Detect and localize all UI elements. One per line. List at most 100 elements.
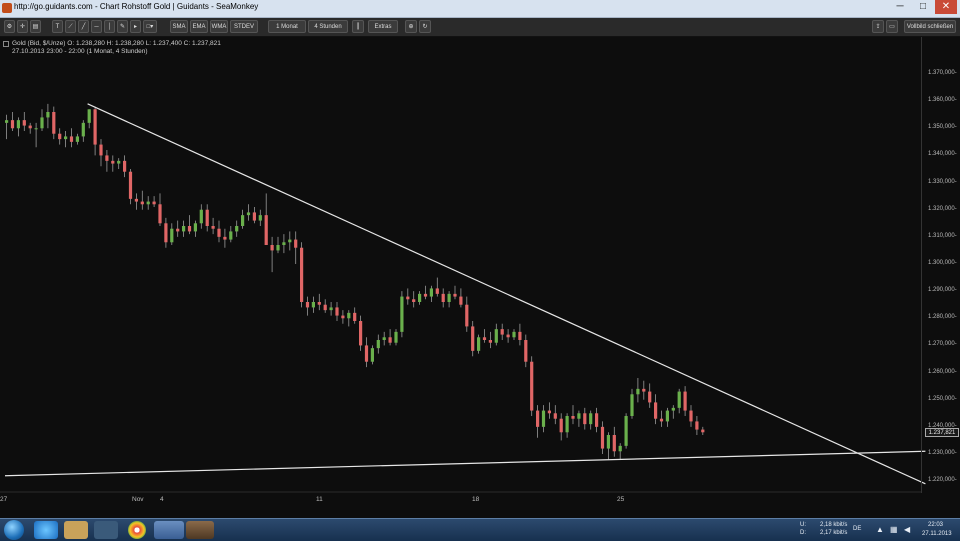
candle[interactable] [612,426,616,457]
candle[interactable] [406,288,410,305]
candle[interactable] [506,329,510,343]
candle[interactable] [654,394,658,425]
candle[interactable] [388,329,392,346]
candle[interactable] [435,277,439,297]
candle[interactable] [530,356,534,416]
layout-icon[interactable]: ▭ [886,20,898,33]
candle[interactable] [600,421,605,454]
candle[interactable] [105,150,109,172]
candle[interactable] [453,285,457,300]
candle[interactable] [477,334,481,354]
candle[interactable] [40,109,44,131]
print-icon[interactable]: ▤ [30,20,41,33]
candle[interactable] [689,405,693,427]
candle[interactable] [488,331,492,349]
clock-time[interactable]: 22:03 [928,522,943,528]
candle[interactable] [347,310,351,327]
candlestick-type-icon[interactable]: ┃ [352,20,364,33]
candle[interactable] [128,169,133,205]
candle[interactable] [624,413,628,449]
candle[interactable] [5,114,9,140]
candle[interactable] [577,410,581,427]
stdev-button[interactable]: STDEV [230,20,258,33]
candle[interactable] [258,209,262,226]
candle[interactable] [423,285,428,300]
candle[interactable] [205,204,209,232]
candle[interactable] [22,112,26,131]
candle[interactable] [323,299,327,313]
candle[interactable] [223,228,227,248]
candle[interactable] [241,209,245,229]
candle[interactable] [176,220,180,237]
candle[interactable] [75,133,79,145]
candle[interactable] [46,103,50,129]
ie-icon[interactable] [34,521,58,539]
line-tool-icon[interactable]: ╱ [78,20,89,33]
candle[interactable] [69,128,74,148]
candle[interactable] [52,106,56,140]
crosshair-icon[interactable]: ✛ [17,20,28,33]
refresh-icon[interactable]: ↻ [419,20,431,33]
candle[interactable] [553,405,557,425]
horizontal-line-icon[interactable]: ─ [91,20,102,33]
candle[interactable] [264,193,268,245]
candle[interactable] [701,426,705,435]
candle[interactable] [459,288,463,308]
candle[interactable] [659,410,664,427]
candle[interactable] [642,380,646,400]
candle[interactable] [494,323,498,346]
candle[interactable] [34,122,38,148]
sma-button[interactable]: SMA [170,20,188,33]
tray-arrow-icon[interactable]: ▲ [876,525,884,534]
vertical-line-icon[interactable]: │ [104,20,115,33]
candle[interactable] [117,158,121,169]
language-indicator[interactable]: DE [853,526,861,532]
candle[interactable] [282,234,286,254]
candle[interactable] [217,220,221,243]
settings-gear-icon[interactable]: ⚙ [4,20,15,33]
candle[interactable] [536,405,540,438]
candle[interactable] [146,196,150,210]
candle[interactable] [246,204,251,221]
pencil-icon[interactable]: ✎ [117,20,128,33]
candle[interactable] [471,321,475,357]
candle[interactable] [193,220,197,237]
candle[interactable] [482,329,487,343]
chrome-icon[interactable] [128,521,146,539]
price-chart[interactable] [0,37,960,518]
app-taskbar-icon[interactable] [186,521,214,539]
candle[interactable] [695,416,699,435]
candle[interactable] [87,109,91,129]
candle[interactable] [187,215,192,235]
candle[interactable] [370,345,374,365]
candle[interactable] [618,443,622,460]
trendline-resistance[interactable] [87,103,926,485]
candle[interactable] [158,193,162,226]
maximize-button[interactable]: □ [912,0,934,14]
candle[interactable] [500,323,504,340]
candle[interactable] [276,236,280,254]
zoom-icon[interactable]: ⊕ [405,20,417,33]
candle[interactable] [677,388,681,414]
folder-icon[interactable] [64,521,88,539]
candle[interactable] [595,407,599,433]
candle[interactable] [152,196,156,207]
candle[interactable] [64,131,68,148]
candle[interactable] [583,407,587,430]
candle[interactable] [606,432,610,460]
candle[interactable] [559,413,563,441]
candle[interactable] [547,402,551,419]
interval-dropdown[interactable]: 4 Stunden [308,20,348,33]
candle[interactable] [329,302,333,316]
candle[interactable] [58,128,62,145]
seamonkey-taskbar-icon[interactable] [154,521,184,539]
candle[interactable] [636,378,640,403]
candlestick-chart[interactable] [0,37,960,518]
candle[interactable] [364,337,369,368]
candle[interactable] [182,220,186,237]
candle[interactable] [429,285,433,302]
clock-date[interactable]: 27.11.2013 [922,531,952,537]
arrow-icon[interactable]: ▸ [130,20,141,33]
wma-button[interactable]: WMA [210,20,228,33]
timeframe-dropdown[interactable]: 1 Monat [268,20,306,33]
